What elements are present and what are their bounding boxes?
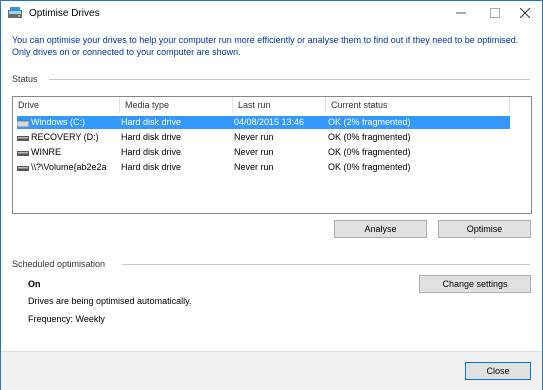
drive-last-run: Never run — [234, 162, 274, 172]
drive-last-run: Never run — [234, 147, 274, 157]
drive-current-status: OK (2% fragmented) — [328, 117, 411, 127]
change-settings-button[interactable]: Change settings — [419, 275, 531, 293]
close-icon — [520, 8, 530, 18]
minimize-button[interactable] — [444, 1, 478, 25]
drive-last-run: Never run — [234, 132, 274, 142]
drive-row-recovery[interactable]: RECOVERY (D:) Hard disk drive Never run … — [17, 131, 510, 144]
maximize-button[interactable] — [478, 1, 512, 25]
drive-name: RECOVERY (D:) — [31, 132, 99, 142]
column-header-media-type[interactable]: Media type — [120, 97, 233, 113]
status-divider — [49, 79, 530, 80]
drive-media-type: Hard disk drive — [121, 132, 182, 142]
drive-row-winre[interactable]: WINRE Hard disk drive Never run OK (0% f… — [17, 146, 510, 159]
status-section-title: Status — [12, 74, 38, 84]
drive-current-status: OK (0% fragmented) — [328, 147, 411, 157]
drive-media-type: Hard disk drive — [121, 162, 182, 172]
schedule-frequency: Frequency: Weekly — [28, 314, 105, 324]
drive-name: WINRE — [31, 147, 61, 157]
drives-list[interactable]: Drive Media type Last run Current status… — [12, 96, 532, 214]
column-header-last-run[interactable]: Last run — [233, 97, 326, 113]
scheduled-section-title: Scheduled optimisation — [12, 259, 106, 269]
optimise-drives-app-icon — [8, 7, 22, 18]
windows-drive-icon — [17, 118, 29, 127]
intro-description: You can optimise your drives to help you… — [12, 35, 519, 57]
drive-last-run: 04/08/2015 13:46 — [234, 117, 305, 127]
schedule-state: On — [28, 279, 41, 289]
drive-name: \\?\Volume{ab2e2a — [31, 162, 107, 172]
drive-row-volume[interactable]: \\?\Volume{ab2e2a Hard disk drive Never … — [17, 161, 510, 174]
title-bar[interactable]: Optimise Drives — [1, 1, 542, 27]
optimise-button[interactable]: Optimise — [438, 220, 531, 238]
minimize-icon — [456, 12, 466, 14]
drive-name: Windows (C:) — [31, 117, 86, 127]
drive-media-type: Hard disk drive — [121, 117, 182, 127]
analyse-button[interactable]: Analyse — [334, 220, 427, 238]
drive-current-status: OK (0% fragmented) — [328, 132, 411, 142]
footer-bar: Close — [1, 351, 542, 390]
drive-row-windows[interactable]: Windows (C:) Hard disk drive 04/08/2015 … — [17, 116, 510, 129]
schedule-description: Drives are being optimised automatically… — [28, 296, 192, 306]
scheduled-divider — [122, 264, 530, 265]
drive-media-type: Hard disk drive — [121, 147, 182, 157]
drive-icon — [17, 136, 29, 141]
close-window-button[interactable] — [508, 1, 542, 25]
optimise-drives-window: Optimise Drives You can optimise your dr… — [0, 0, 543, 390]
column-header-current-status[interactable]: Current status — [326, 97, 510, 113]
drive-icon — [17, 166, 29, 171]
drive-icon — [17, 151, 29, 156]
window-title: Optimise Drives — [29, 8, 100, 19]
drive-current-status: OK (0% fragmented) — [328, 162, 411, 172]
close-button[interactable]: Close — [465, 362, 531, 380]
maximize-icon — [490, 8, 500, 18]
column-header-drive[interactable]: Drive — [13, 97, 120, 113]
